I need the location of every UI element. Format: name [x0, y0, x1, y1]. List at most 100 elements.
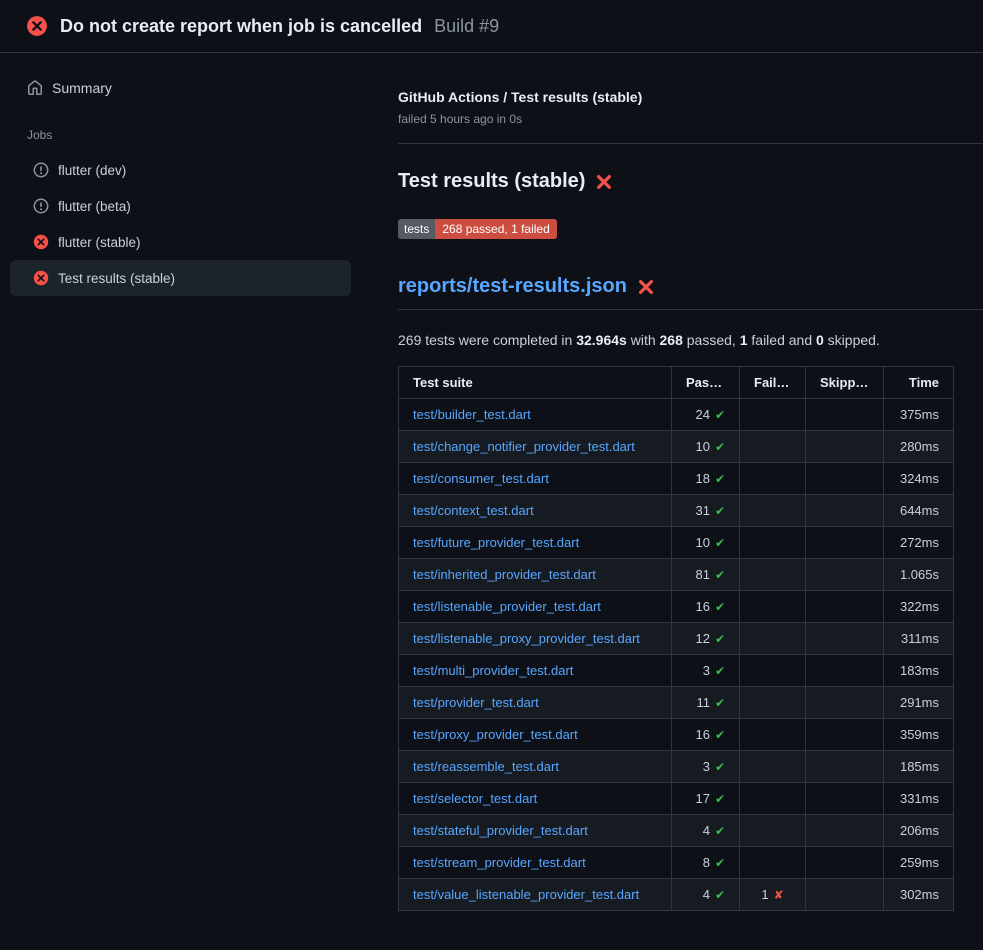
badge-value: 268 passed, 1 failed	[435, 219, 556, 239]
sidebar-job-item[interactable]: flutter (dev)	[10, 152, 351, 188]
summary-label: Summary	[52, 80, 112, 96]
passed-cell: 31✔	[672, 495, 740, 527]
sidebar: Summary Jobs flutter (dev) flutter (beta…	[0, 53, 370, 950]
table-row: test/future_provider_test.dart 10✔ 272ms	[399, 527, 954, 559]
suite-link[interactable]: test/listenable_proxy_provider_test.dart	[413, 631, 640, 646]
summary-text: with	[627, 332, 660, 348]
job-label: flutter (dev)	[58, 163, 126, 178]
suite-link[interactable]: test/proxy_provider_test.dart	[413, 727, 578, 742]
time-cell: 359ms	[884, 719, 954, 751]
check-icon: ✔	[715, 600, 725, 614]
passed-cell: 10 ✔	[672, 431, 740, 463]
time-cell: 206ms	[884, 815, 954, 847]
skipped-cell	[806, 591, 884, 623]
summary-passed-count: 268	[660, 332, 683, 348]
x-circle-icon	[33, 270, 49, 286]
skipped-cell	[806, 399, 884, 431]
suite-link[interactable]: test/change_notifier_provider_test.dart	[413, 439, 635, 454]
summary-text: failed and	[748, 332, 817, 348]
passed-count: 11	[696, 695, 710, 710]
suite-link[interactable]: test/consumer_test.dart	[413, 471, 549, 486]
failed-cell	[740, 623, 806, 655]
table-row: test/consumer_test.dart 18✔ 324ms	[399, 463, 954, 495]
suite-link[interactable]: test/builder_test.dart	[413, 407, 531, 422]
table-row: test/listenable_provider_test.dart 16✔ 3…	[399, 591, 954, 623]
suite-link[interactable]: test/inherited_provider_test.dart	[413, 567, 596, 582]
failed-cell	[740, 463, 806, 495]
x-icon	[595, 173, 613, 191]
sidebar-job-item[interactable]: flutter (stable)	[10, 224, 351, 260]
skipped-cell	[806, 463, 884, 495]
check-icon: ✔	[715, 440, 725, 454]
passed-cell: 3✔	[672, 751, 740, 783]
time-cell: 302ms	[884, 879, 954, 911]
skipped-cell	[806, 623, 884, 655]
skipped-cell	[806, 719, 884, 751]
summary-line: 269 tests were completed in 32.964s with…	[398, 332, 983, 348]
sidebar-item-summary[interactable]: Summary	[0, 70, 370, 106]
passed-cell: 16✔	[672, 591, 740, 623]
suite-link[interactable]: test/stateful_provider_test.dart	[413, 823, 588, 838]
x-circle-icon	[26, 15, 48, 37]
passed-cell: 16 ✔	[672, 719, 740, 751]
failed-cell	[740, 719, 806, 751]
failed-cell	[740, 847, 806, 879]
passed-count: 10	[695, 439, 709, 454]
col-header-skipped: Skipped	[806, 367, 884, 399]
report-link[interactable]: reports/test-results.json	[398, 275, 627, 298]
suite-link[interactable]: test/future_provider_test.dart	[413, 535, 579, 550]
passed-count: 17	[695, 791, 709, 806]
check-icon: ✔	[715, 856, 725, 870]
passed-cell: 12✔	[672, 623, 740, 655]
section-title: Test results (stable)	[398, 170, 983, 193]
failed-cell: 1✘	[740, 879, 806, 911]
skipped-cell	[806, 783, 884, 815]
suite-link[interactable]: test/context_test.dart	[413, 503, 534, 518]
check-icon: ✔	[715, 728, 725, 742]
suite-link[interactable]: test/reassemble_test.dart	[413, 759, 559, 774]
sidebar-job-item[interactable]: flutter (beta)	[10, 188, 351, 224]
passed-count: 8	[703, 855, 710, 870]
passed-cell: 24 ✔	[672, 399, 740, 431]
report-title: reports/test-results.json	[398, 275, 983, 310]
passed-cell: 4✔	[672, 879, 740, 911]
passed-count: 81	[695, 567, 709, 582]
col-header-failed: Failed	[740, 367, 806, 399]
suite-link[interactable]: test/listenable_provider_test.dart	[413, 599, 601, 614]
passed-cell: 81 ✔	[672, 559, 740, 591]
passed-count: 10	[695, 535, 709, 550]
passed-count: 16	[695, 727, 709, 742]
suite-link[interactable]: test/provider_test.dart	[413, 695, 539, 710]
job-label: flutter (beta)	[58, 199, 131, 214]
table-row: test/proxy_provider_test.dart 16 ✔ 359ms	[399, 719, 954, 751]
failed-count: 1	[761, 887, 768, 902]
failed-cell	[740, 687, 806, 719]
section-title-text: Test results (stable)	[398, 170, 585, 193]
x-icon: ✘	[774, 888, 784, 902]
check-icon: ✔	[715, 792, 725, 806]
divider	[398, 143, 983, 144]
time-cell: 324ms	[884, 463, 954, 495]
suite-link[interactable]: test/multi_provider_test.dart	[413, 663, 573, 678]
check-icon: ✔	[715, 824, 725, 838]
table-row: test/reassemble_test.dart 3✔ 185ms	[399, 751, 954, 783]
time-cell: 311ms	[884, 623, 954, 655]
passed-count: 24	[695, 407, 709, 422]
table-row: test/change_notifier_provider_test.dart …	[399, 431, 954, 463]
passed-count: 4	[703, 887, 710, 902]
table-row: test/provider_test.dart 11✔ 291ms	[399, 687, 954, 719]
failed-cell	[740, 655, 806, 687]
summary-duration: 32.964s	[576, 332, 627, 348]
job-label: flutter (stable)	[58, 235, 141, 250]
passed-cell: 18✔	[672, 463, 740, 495]
sidebar-job-item[interactable]: Test results (stable)	[10, 260, 351, 296]
suite-link[interactable]: test/stream_provider_test.dart	[413, 855, 586, 870]
suite-link[interactable]: test/selector_test.dart	[413, 791, 537, 806]
x-circle-icon	[33, 234, 49, 250]
skipped-cell	[806, 847, 884, 879]
check-icon: ✔	[715, 568, 725, 582]
home-icon	[27, 80, 43, 96]
passed-count: 3	[703, 663, 710, 678]
suite-link[interactable]: test/value_listenable_provider_test.dart	[413, 887, 639, 902]
check-icon: ✔	[715, 408, 725, 422]
